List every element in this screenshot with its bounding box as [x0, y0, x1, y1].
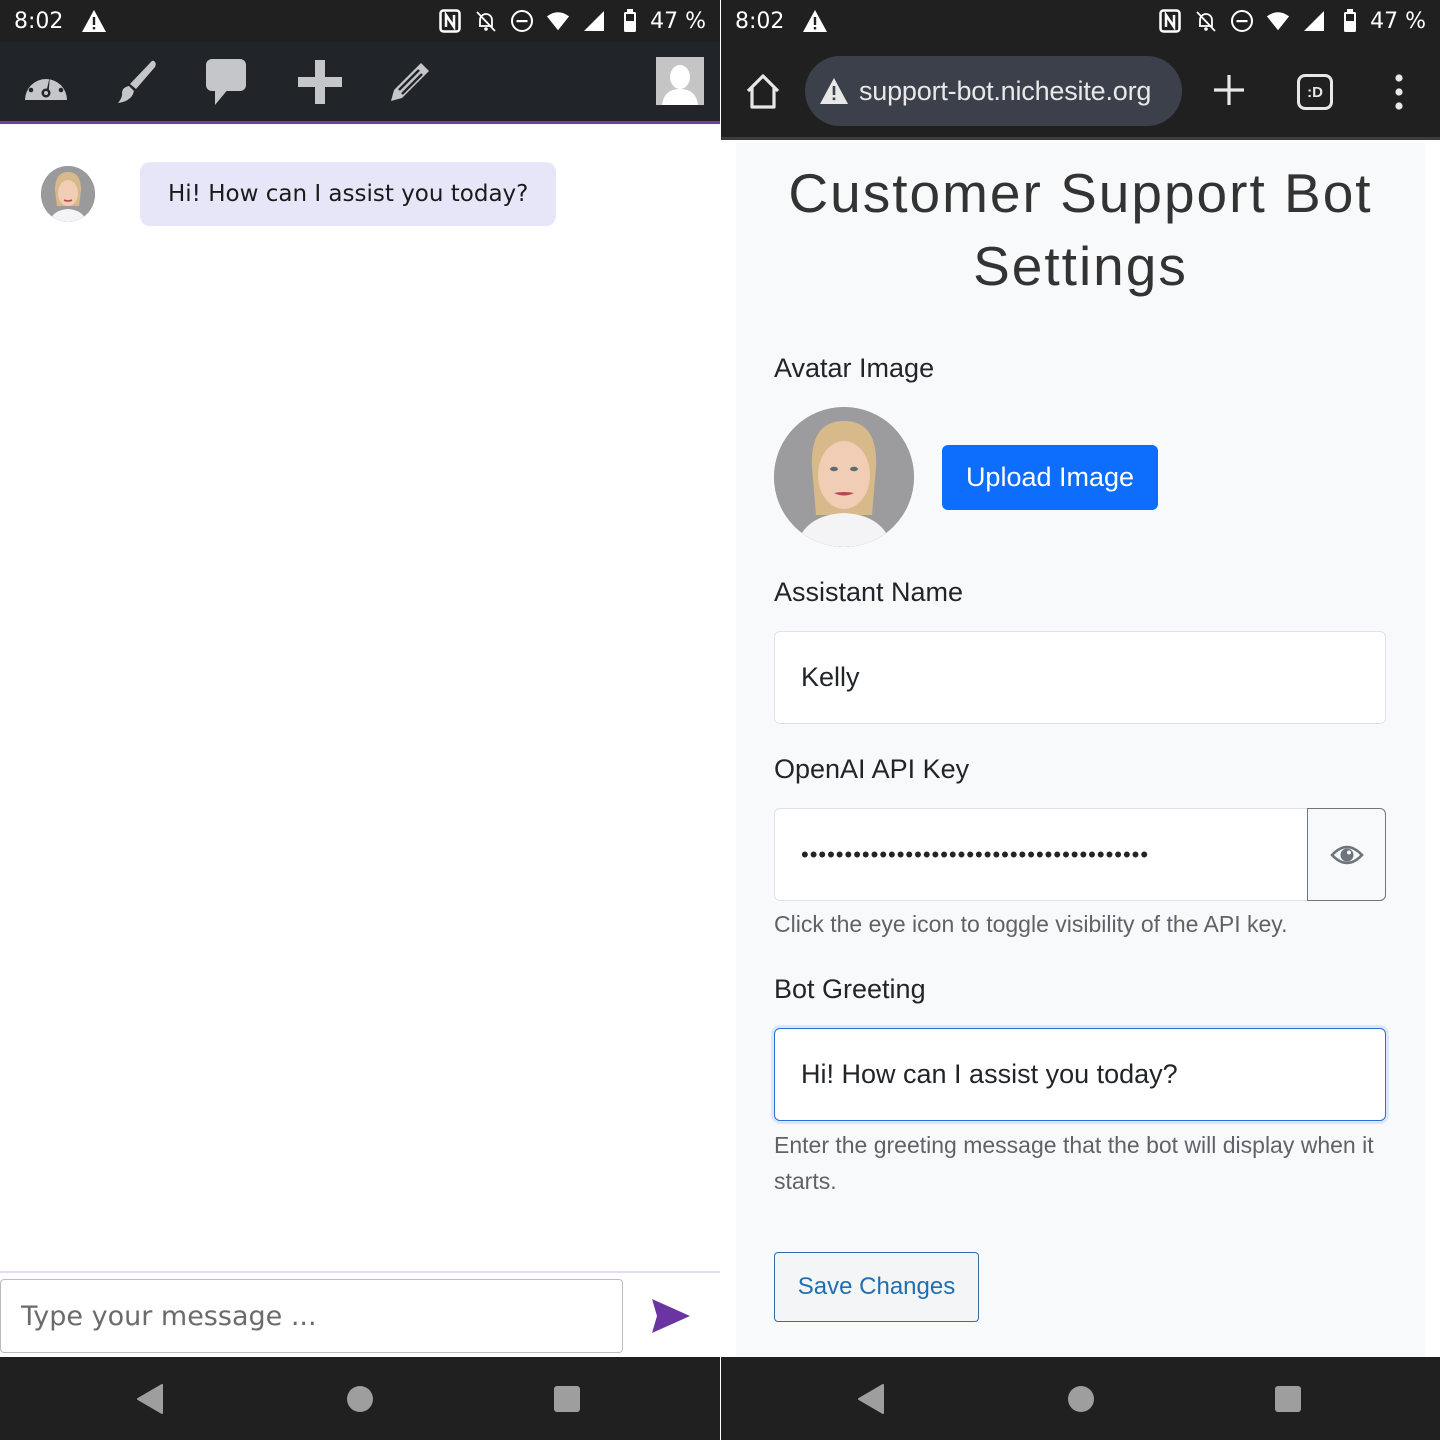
message-input[interactable]: [0, 1279, 623, 1353]
status-bar: 8:02 47 %: [721, 0, 1440, 42]
send-icon[interactable]: [650, 1297, 692, 1335]
home-circle-icon[interactable]: [1065, 1383, 1097, 1415]
status-time: 8:02: [14, 8, 64, 34]
avatar-preview: [774, 407, 914, 547]
battery-percent: 47 %: [1370, 8, 1426, 34]
plus-icon[interactable]: [296, 58, 344, 106]
battery-icon: [618, 9, 642, 33]
wifi-icon: [546, 9, 570, 33]
api-key-input[interactable]: [774, 808, 1308, 901]
system-nav-bar: [0, 1357, 720, 1440]
status-icons: 47 %: [438, 9, 706, 34]
bot-message-bubble: Hi! How can I assist you today?: [140, 162, 557, 226]
app-toolbar: [0, 42, 720, 124]
wifi-icon: [1266, 9, 1290, 33]
warning-icon[interactable]: [819, 77, 849, 105]
user-avatar-icon[interactable]: [656, 57, 704, 105]
battery-percent: 47 %: [650, 8, 706, 34]
do-not-disturb-icon: [510, 9, 534, 33]
bot-greeting-label: Bot Greeting: [774, 974, 926, 1004]
pencil-icon[interactable]: [386, 58, 434, 106]
dashboard-icon[interactable]: [22, 58, 70, 106]
do-not-disturb-icon: [1230, 9, 1254, 33]
new-tab-icon[interactable]: [1209, 70, 1249, 110]
signal-icon: [582, 9, 606, 33]
chat-message: Hi! How can I assist you today?: [41, 162, 557, 226]
home-circle-icon[interactable]: [344, 1383, 376, 1415]
api-key-help-text: Click the eye icon to toggle visibility …: [774, 911, 1288, 937]
chat-messages: Hi! How can I assist you today?: [0, 127, 720, 1272]
assistant-name-input[interactable]: [774, 631, 1386, 724]
eye-icon[interactable]: [1307, 808, 1386, 901]
recents-icon[interactable]: [551, 1383, 583, 1415]
settings-page: Customer Support Bot Settings Avatar Ima…: [736, 143, 1425, 1357]
more-vert-icon[interactable]: [1389, 72, 1409, 112]
status-time: 8:02: [735, 8, 785, 34]
status-icons: 47 %: [1158, 9, 1426, 34]
back-icon[interactable]: [134, 1383, 166, 1415]
bot-greeting-help-text: Enter the greeting message that the bot …: [774, 1132, 1374, 1194]
tab-switcher-icon[interactable]: :D: [1297, 74, 1333, 110]
save-changes-button[interactable]: Save Changes: [774, 1252, 979, 1322]
brush-icon[interactable]: [112, 58, 160, 106]
nfc-icon: [1158, 9, 1182, 33]
bot-greeting-input[interactable]: [774, 1028, 1386, 1121]
warning-icon: [81, 9, 107, 33]
browser-panel: 8:02 47 % support-bot.nichesite.org :D C…: [721, 0, 1440, 1440]
home-icon[interactable]: [743, 72, 783, 112]
signal-icon: [1302, 9, 1326, 33]
api-key-label: OpenAI API Key: [774, 754, 970, 784]
comment-icon[interactable]: [202, 58, 250, 106]
chat-app-panel: 8:02 47 % Hi! How can I assist you today…: [0, 0, 720, 1440]
upload-image-button[interactable]: Upload Image: [942, 445, 1158, 510]
recents-icon[interactable]: [1272, 1383, 1304, 1415]
battery-icon: [1338, 9, 1362, 33]
page-title: Customer Support Bot Settings: [788, 162, 1373, 297]
bot-avatar: [41, 166, 95, 222]
status-bar: 8:02 47 %: [0, 0, 720, 42]
address-bar[interactable]: support-bot.nichesite.org: [805, 56, 1182, 126]
warning-icon: [802, 9, 828, 33]
system-nav-bar: [721, 1357, 1440, 1440]
bell-off-icon: [474, 9, 498, 33]
bell-off-icon: [1194, 9, 1218, 33]
browser-toolbar: support-bot.nichesite.org :D: [721, 42, 1440, 140]
back-icon[interactable]: [855, 1383, 887, 1415]
assistant-name-label: Assistant Name: [774, 577, 964, 607]
nfc-icon: [438, 9, 462, 33]
url-text[interactable]: support-bot.nichesite.org: [859, 76, 1151, 107]
avatar-image-label: Avatar Image: [774, 353, 935, 383]
chat-input-bar: [0, 1271, 720, 1357]
